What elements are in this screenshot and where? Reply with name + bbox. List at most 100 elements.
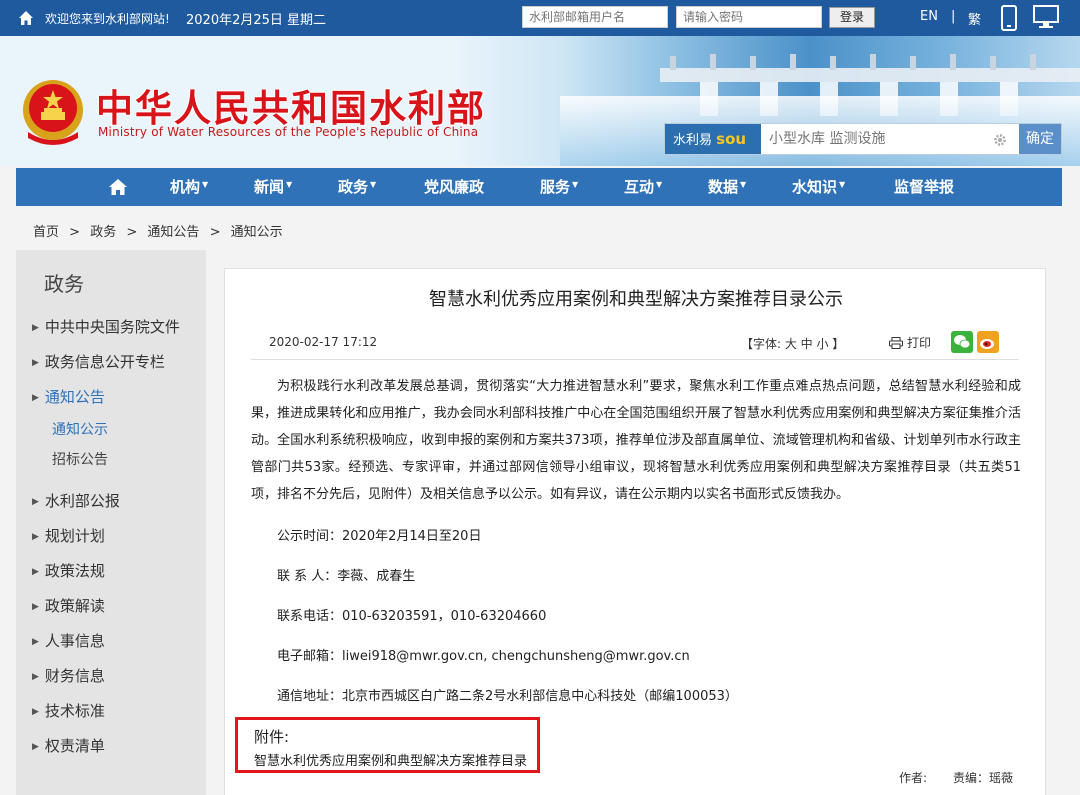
caret-down-icon: ▼ [370, 180, 377, 189]
weibo-share-icon[interactable] [977, 331, 999, 353]
search-submit-button[interactable]: 确定 [1019, 124, 1061, 154]
contact-email: 电子邮箱：liwei918@mwr.gov.cn, chengchunsheng… [277, 649, 690, 664]
sidebar-item-policy-law[interactable]: ▶ 政策法规 [32, 560, 105, 581]
sidebar-title: 政务 [44, 272, 84, 296]
sidebar-item-info-disclosure[interactable]: ▶ 政务信息公开专栏 [32, 351, 165, 372]
desktop-icon[interactable] [1033, 5, 1059, 29]
nav-item-news[interactable]: 新闻 ▼ [254, 168, 292, 206]
home-icon[interactable] [18, 10, 34, 26]
triangle-right-icon: ▶ [32, 567, 39, 577]
sidebar-item-label: 技术标准 [44, 702, 105, 720]
search-brand-s: s [716, 130, 726, 148]
password-input[interactable] [676, 6, 822, 28]
sidebar-item-notices[interactable]: ▶ 通知公告 [32, 386, 105, 407]
home-icon[interactable] [108, 178, 128, 196]
site-title-cn[interactable]: 中华人民共和国水利部 [96, 78, 486, 132]
header-banner: 中华人民共和国水利部 Ministry of Water Resources o… [0, 36, 1080, 166]
print-button[interactable]: 打印 [889, 334, 931, 351]
nav-item-integrity[interactable]: 党风廉政 [424, 168, 484, 206]
contact-phone: 联系电话：010-63203591，010-63204660 [277, 609, 547, 624]
sidebar-item-gazette[interactable]: ▶ 水利部公报 [32, 490, 120, 511]
nav-label: 服务 [540, 178, 571, 196]
nav-label: 政务 [338, 178, 369, 196]
nav-item-water-knowledge[interactable]: 水知识 ▼ [792, 168, 845, 206]
nav-item-org[interactable]: 机构 ▼ [170, 168, 208, 206]
sidebar-item-finance[interactable]: ▶ 财务信息 [32, 665, 105, 686]
email-username-input[interactable] [522, 6, 668, 28]
search-brand-u: u [735, 130, 747, 148]
article-panel: 智慧水利优秀应用案例和典型解决方案推荐目录公示 2020-02-17 17:12… [224, 268, 1046, 795]
nav-label: 监督举报 [894, 178, 955, 196]
national-emblem-icon[interactable] [18, 76, 88, 150]
attachment-link[interactable]: 智慧水利优秀应用案例和典型解决方案推荐目录 [254, 750, 527, 769]
gear-icon[interactable] [993, 133, 1007, 147]
sidebar-item-label: 中共中央国务院文件 [44, 318, 180, 336]
publicity-period: 公示时间：2020年2月14日至20日 [277, 529, 482, 544]
sidebar-subitem-tender[interactable]: 招标公告 [52, 449, 108, 469]
nav-item-service[interactable]: 服务 ▼ [540, 168, 578, 206]
site-search: 水利易 sou 确定 [664, 123, 1062, 155]
top-bar: 欢迎您来到水利部网站! 2020年2月25日 星期二 登录 EN | 繁 [0, 0, 1080, 36]
caret-down-icon: ▼ [286, 180, 293, 189]
nav-label: 水知识 [792, 178, 838, 196]
sidebar-item-policy-interpretation[interactable]: ▶ 政策解读 [32, 595, 105, 616]
triangle-right-icon: ▶ [32, 707, 39, 717]
breadcrumb-current[interactable]: 通知公示 [231, 225, 283, 240]
triangle-right-icon: ▶ [32, 497, 39, 507]
sidebar-item-label: 人事信息 [44, 632, 105, 650]
triangle-right-icon: ▶ [32, 358, 39, 368]
lang-en-link[interactable]: EN [920, 9, 938, 24]
nav-item-report[interactable]: 监督举报 [894, 168, 954, 206]
sidebar-item-personnel[interactable]: ▶ 人事信息 [32, 630, 105, 651]
search-brand-o: o [725, 130, 736, 148]
sidebar-item-planning[interactable]: ▶ 规划计划 [32, 525, 105, 546]
sidebar-item-label: 政策解读 [44, 597, 105, 615]
printer-icon [889, 337, 903, 349]
nav-item-affairs[interactable]: 政务 ▼ [338, 168, 376, 206]
nav-label: 党风廉政 [424, 178, 485, 196]
search-brand: 水利易 sou [665, 124, 761, 154]
sidebar-item-label: 水利部公报 [44, 492, 120, 510]
author-label: 作者: [899, 771, 928, 785]
search-input[interactable] [763, 126, 983, 152]
breadcrumb-home[interactable]: 首页 [33, 225, 59, 240]
sidebar-item-responsibility-list[interactable]: ▶ 权责清单 [32, 735, 105, 756]
sidebar: 政务 ▶ 中共中央国务院文件 ▶ 政务信息公开专栏 ▶ 通知公告 通知公示 招标公告 … [16, 250, 206, 795]
triangle-right-icon: ▶ [32, 532, 39, 542]
welcome-text: 欢迎您来到水利部网站! [45, 12, 170, 26]
caret-down-icon: ▼ [839, 180, 846, 189]
lang-traditional-link[interactable]: 繁 [968, 9, 981, 28]
print-label: 打印 [907, 336, 932, 350]
sidebar-item-standards[interactable]: ▶ 技术标准 [32, 700, 105, 721]
caret-down-icon: ▼ [656, 180, 663, 189]
breadcrumb-affairs[interactable]: 政务 [90, 225, 116, 240]
triangle-right-icon: ▶ [32, 323, 39, 333]
site-title-en: Ministry of Water Resources of the Peopl… [98, 125, 479, 139]
breadcrumb: 首页 > 政务 > 通知公告 > 通知公示 [33, 221, 289, 240]
article-title: 智慧水利优秀应用案例和典型解决方案推荐目录公示 [429, 289, 843, 310]
font-size-control[interactable]: 【字体: 大 中 小 】 [741, 335, 844, 352]
attachment-highlight: 附件: 智慧水利优秀应用案例和典型解决方案推荐目录 [235, 717, 540, 773]
sidebar-item-label: 通知公告 [44, 388, 105, 406]
sidebar-subitem-notice-publicity[interactable]: 通知公示 [52, 419, 108, 439]
nav-item-interact[interactable]: 互动 ▼ [624, 168, 662, 206]
sidebar-item-label: 规划计划 [44, 527, 105, 545]
meta-divider [251, 359, 1019, 360]
main-nav: 机构 ▼ 新闻 ▼ 政务 ▼ 党风廉政 服务 ▼ 互动 ▼ 数据 ▼ 水知识 ▼ 监督举报 [16, 168, 1062, 206]
editor-label: 责编：瑶薇 [953, 771, 1014, 785]
login-button[interactable]: 登录 [829, 7, 875, 28]
wechat-share-icon[interactable] [951, 331, 973, 353]
caret-down-icon: ▼ [572, 180, 579, 189]
nav-item-data[interactable]: 数据 ▼ [708, 168, 746, 206]
lang-separator: | [951, 9, 956, 24]
mobile-icon[interactable] [1000, 5, 1018, 31]
search-brand-prefix: 水利易 [673, 133, 713, 148]
breadcrumb-notices[interactable]: 通知公告 [147, 225, 199, 240]
triangle-right-icon: ▶ [32, 742, 39, 752]
publish-date: 2020-02-17 17:12 [269, 335, 378, 349]
triangle-right-icon: ▶ [32, 637, 39, 647]
sidebar-item-central-docs[interactable]: ▶ 中共中央国务院文件 [32, 316, 180, 337]
current-date: 2020年2月25日 星期二 [186, 13, 327, 28]
sidebar-item-label: 财务信息 [44, 667, 105, 685]
article-body: 为积极践行水利改革发展总基调，贯彻落实“大力推进智慧水利”要求，聚焦水利工作重点… [251, 379, 1021, 502]
